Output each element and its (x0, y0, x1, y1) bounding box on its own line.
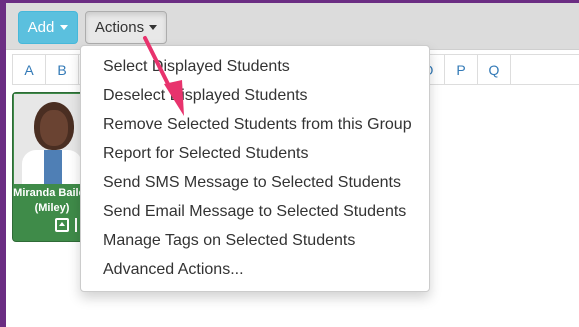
menu-item-select-displayed[interactable]: Select Displayed Students (81, 56, 429, 85)
toolbar: Add Actions (6, 3, 579, 50)
alpha-link-p[interactable]: P (445, 55, 478, 84)
photo-shirt (44, 150, 62, 184)
student-name: Miranda Bailey (13, 187, 90, 199)
student-nickname: (Miley) (34, 202, 70, 214)
menu-item-report-selected[interactable]: Report for Selected Students (81, 143, 429, 172)
actions-dropdown-menu: Select Displayed Students Deselect Displ… (80, 45, 430, 292)
add-button[interactable]: Add (18, 11, 78, 44)
add-button-label: Add (27, 19, 55, 36)
alpha-link-q[interactable]: Q (478, 55, 511, 84)
caret-down-icon (149, 25, 158, 30)
actions-button-label: Actions (94, 19, 145, 36)
menu-item-send-sms[interactable]: Send SMS Message to Selected Students (81, 172, 429, 201)
menu-item-remove-selected[interactable]: Remove Selected Students from this Group (81, 114, 429, 143)
student-photo (14, 94, 89, 184)
menu-item-deselect-displayed[interactable]: Deselect Displayed Students (81, 85, 429, 114)
photo-face (40, 110, 68, 146)
caret-down-icon (60, 25, 69, 30)
alpha-link-b[interactable]: B (46, 55, 79, 84)
menu-item-send-email[interactable]: Send Email Message to Selected Students (81, 201, 429, 230)
image-icon[interactable] (55, 218, 69, 232)
student-card[interactable]: Miranda Bailey (Miley) (12, 92, 90, 242)
actions-button[interactable]: Actions (85, 11, 167, 44)
alpha-link-a[interactable]: A (13, 55, 46, 84)
menu-item-advanced-actions[interactable]: Advanced Actions... (81, 259, 429, 288)
menu-item-manage-tags[interactable]: Manage Tags on Selected Students (81, 230, 429, 259)
